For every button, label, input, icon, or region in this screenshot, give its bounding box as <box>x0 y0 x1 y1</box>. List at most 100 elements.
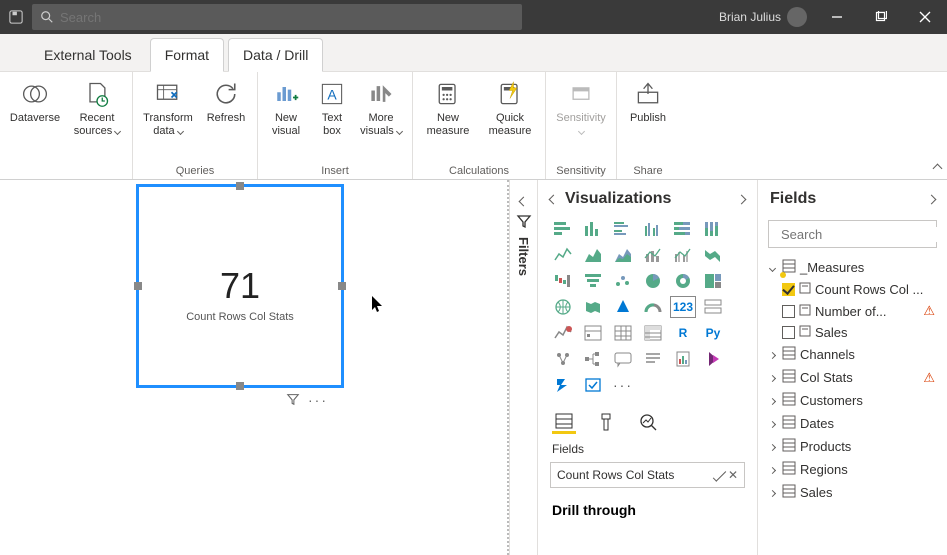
line-stacked-column-icon[interactable] <box>640 244 666 266</box>
multi-row-card-icon[interactable] <box>700 296 726 318</box>
clustered-column-icon[interactable] <box>640 218 666 240</box>
custom-visual-icon[interactable] <box>580 374 606 396</box>
group-label-sensitivity: Sensitivity <box>556 165 606 179</box>
collapse-fields-icon[interactable] <box>927 194 937 204</box>
treemap-icon[interactable] <box>700 270 726 292</box>
recent-sources-button[interactable]: Recent sources <box>68 76 126 137</box>
tab-data-drill[interactable]: Data / Drill <box>228 38 323 72</box>
analytics-tab-icon[interactable] <box>636 410 660 434</box>
fields-search[interactable] <box>768 220 937 248</box>
checkbox[interactable] <box>782 326 795 339</box>
gauge-icon[interactable] <box>640 296 666 318</box>
table-icon <box>782 259 796 276</box>
fields-search-input[interactable] <box>781 227 947 242</box>
measure-number-of[interactable]: Number of... ⚠ <box>762 300 943 322</box>
table-col-stats[interactable]: Col Stats ⚠ <box>762 366 943 389</box>
scatter-icon[interactable] <box>610 270 636 292</box>
azure-map-icon[interactable] <box>610 296 636 318</box>
dataverse-icon <box>19 78 51 110</box>
table-customers[interactable]: Customers <box>762 389 943 412</box>
checkbox-checked[interactable] <box>782 283 795 296</box>
donut-icon[interactable] <box>670 270 696 292</box>
measure-count-rows[interactable]: Count Rows Col ... <box>762 279 943 300</box>
r-visual-icon[interactable]: R <box>670 322 696 344</box>
resize-handle[interactable] <box>338 282 346 290</box>
ribbon-collapse-button[interactable] <box>934 161 941 175</box>
table-sales[interactable]: Sales <box>762 481 943 504</box>
chevron-down-icon[interactable] <box>713 468 726 481</box>
format-tab-icon[interactable] <box>594 410 618 434</box>
card-icon[interactable]: 123 <box>670 296 696 318</box>
stacked-bar-icon[interactable] <box>550 218 576 240</box>
tab-format[interactable]: Format <box>150 38 224 72</box>
expand-filters-icon <box>519 197 529 207</box>
table-dates[interactable]: Dates <box>762 412 943 435</box>
transform-data-button[interactable]: Transform data <box>139 76 197 137</box>
key-influencers-icon[interactable] <box>550 348 576 370</box>
expand-viz-icon[interactable] <box>737 194 747 204</box>
measure-sales[interactable]: Sales <box>762 322 943 343</box>
checkbox[interactable] <box>782 305 795 318</box>
matrix-icon[interactable] <box>640 322 666 344</box>
filter-icon[interactable] <box>286 392 300 406</box>
waterfall-icon[interactable] <box>550 270 576 292</box>
power-automate-icon[interactable] <box>550 374 576 396</box>
line-chart-icon[interactable] <box>550 244 576 266</box>
line-clustered-column-icon[interactable] <box>670 244 696 266</box>
area-chart-icon[interactable] <box>580 244 606 266</box>
stacked-area-icon[interactable] <box>610 244 636 266</box>
table-channels[interactable]: Channels <box>762 343 943 366</box>
global-search[interactable] <box>32 4 522 30</box>
slicer-icon[interactable] <box>580 322 606 344</box>
minimize-button[interactable] <box>815 0 859 34</box>
smart-narrative-icon[interactable] <box>640 348 666 370</box>
measure-icon <box>799 325 811 340</box>
resize-handle[interactable] <box>236 182 244 190</box>
table-measures[interactable]: _Measures <box>762 256 943 279</box>
maximize-button[interactable] <box>859 0 903 34</box>
more-options-icon[interactable]: ··· <box>308 392 328 408</box>
visualization-picker: 123 R Py ··· <box>538 214 757 400</box>
kpi-icon[interactable] <box>550 322 576 344</box>
filled-map-icon[interactable] <box>580 296 606 318</box>
global-search-input[interactable] <box>60 10 514 25</box>
more-visuals-ellipsis[interactable]: ··· <box>610 374 636 396</box>
new-measure-button[interactable]: New measure <box>419 76 477 137</box>
python-visual-icon[interactable]: Py <box>700 322 726 344</box>
tab-external-tools[interactable]: External Tools <box>30 39 146 71</box>
table-icon[interactable] <box>610 322 636 344</box>
table-icon <box>782 392 796 409</box>
resize-handle[interactable] <box>134 282 142 290</box>
stacked-column-icon[interactable] <box>580 218 606 240</box>
text-box-button[interactable]: A Text box <box>312 76 352 137</box>
paginated-report-icon[interactable] <box>670 348 696 370</box>
new-visual-button[interactable]: New visual <box>264 76 308 137</box>
clustered-bar-icon[interactable] <box>610 218 636 240</box>
table-regions[interactable]: Regions <box>762 458 943 481</box>
field-well-values[interactable]: Count Rows Col Stats ✕ <box>550 462 745 488</box>
ribbon-chart-icon[interactable] <box>700 244 726 266</box>
report-canvas[interactable]: 71 Count Rows Col Stats ··· <box>0 180 509 555</box>
funnel-icon[interactable] <box>580 270 606 292</box>
resize-handle[interactable] <box>236 382 244 390</box>
dataverse-button[interactable]: Dataverse <box>6 76 64 125</box>
refresh-button[interactable]: Refresh <box>201 76 251 125</box>
decomposition-tree-icon[interactable] <box>580 348 606 370</box>
publish-button[interactable]: Publish <box>623 76 673 125</box>
new-visual-icon <box>270 78 302 110</box>
remove-field-icon[interactable]: ✕ <box>728 468 738 482</box>
fields-tab-icon[interactable] <box>552 410 576 434</box>
close-button[interactable] <box>903 0 947 34</box>
filters-pane-collapsed[interactable]: Filters <box>509 180 537 555</box>
power-apps-icon[interactable] <box>700 348 726 370</box>
card-visual[interactable]: 71 Count Rows Col Stats <box>136 184 344 388</box>
qa-visual-icon[interactable] <box>610 348 636 370</box>
user-label[interactable]: Brian Julius <box>719 7 815 27</box>
stacked-bar-100-icon[interactable] <box>670 218 696 240</box>
pie-icon[interactable] <box>640 270 666 292</box>
quick-measure-button[interactable]: Quick measure <box>481 76 539 137</box>
map-icon[interactable] <box>550 296 576 318</box>
table-products[interactable]: Products <box>762 435 943 458</box>
more-visuals-button[interactable]: More visuals <box>356 76 406 137</box>
stacked-column-100-icon[interactable] <box>700 218 726 240</box>
